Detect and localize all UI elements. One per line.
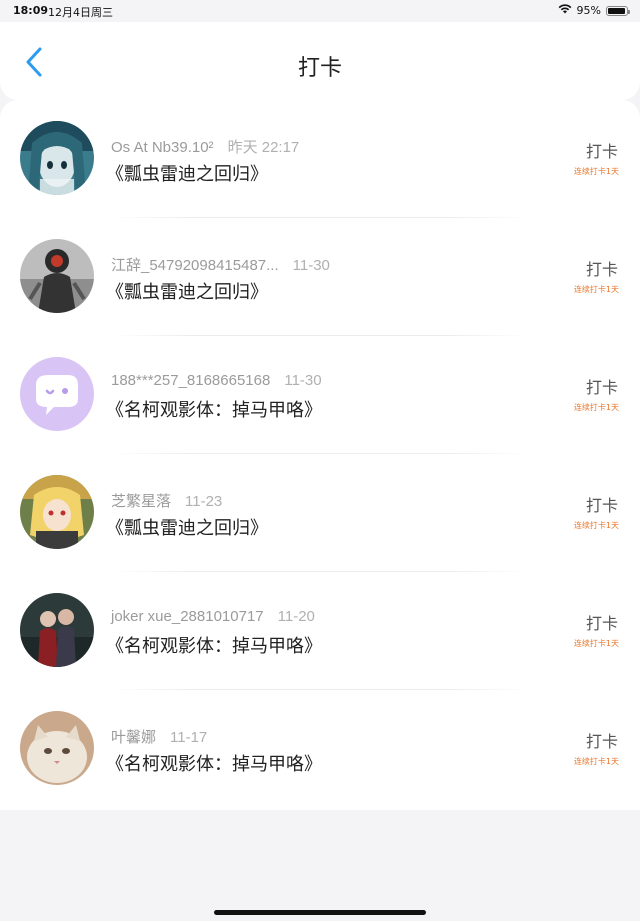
- timestamp: 11-17: [170, 729, 208, 746]
- username: joker xue_2881010717 11-20: [111, 608, 315, 625]
- checkin-content[interactable]: 《瓢虫雷迪之回归》: [106, 278, 268, 304]
- anime-girl-avatar[interactable]: [20, 121, 94, 195]
- username: 芝繁星落 11-23: [111, 490, 222, 511]
- username-text: 188***257_8168665168: [111, 372, 271, 389]
- username: 江辞_54792098415487... 11-30: [111, 254, 330, 275]
- status-time: 18:09: [13, 4, 49, 17]
- screen: 18:09 12月4日周三 95% 打卡 Os At Nb39.10² 昨天 2…: [0, 0, 640, 921]
- username-text: Os At Nb39.10²: [111, 139, 214, 156]
- status-right: 95%: [558, 4, 630, 17]
- list-item: 芝繁星落 11-23 《瓢虫雷迪之回归》 打卡 连续打卡1天: [0, 454, 640, 572]
- checkin-list: Os At Nb39.10² 昨天 22:17 《瓢虫雷迪之回归》 打卡 连续打卡…: [0, 100, 640, 810]
- checkin-content[interactable]: 《瓢虫雷迪之回归》: [106, 160, 268, 186]
- username: 叶馨娜 11-17: [111, 726, 207, 747]
- battery-fill: [608, 7, 626, 14]
- blonde-anime-avatar[interactable]: [20, 475, 94, 549]
- list-item: 江辞_54792098415487... 11-30 《瓢虫雷迪之回归》 打卡 连…: [0, 218, 640, 336]
- streak-label: 连续打卡1天: [573, 639, 619, 648]
- timestamp: 11-30: [292, 257, 330, 274]
- checkin-button[interactable]: 打卡: [568, 374, 618, 398]
- status-bar: 18:09 12月4日周三 95%: [0, 0, 640, 22]
- couple-photo-avatar[interactable]: [20, 593, 94, 667]
- battery-icon: [606, 5, 630, 16]
- checkin-button[interactable]: 打卡: [568, 256, 618, 280]
- checkin-button[interactable]: 打卡: [568, 728, 618, 752]
- checkin-content[interactable]: 《名柯观影体：掉马甲咯》: [106, 750, 322, 776]
- nav-bar: 打卡: [0, 22, 640, 100]
- checkin-button[interactable]: 打卡: [568, 610, 618, 634]
- checkin-content[interactable]: 《瓢虫雷迪之回归》: [106, 514, 268, 540]
- masked-figure-avatar[interactable]: [20, 239, 94, 313]
- battery-percent: 95%: [576, 4, 601, 17]
- page-title: 打卡: [297, 56, 342, 81]
- username: 188***257_8168665168 11-30: [111, 372, 322, 389]
- cat-avatar[interactable]: [20, 711, 94, 785]
- list-item: 叶馨娜 11-17 《名柯观影体：掉马甲咯》 打卡 连续打卡1天: [0, 690, 640, 808]
- streak-label: 连续打卡1天: [573, 285, 619, 294]
- username-text: 江辞_54792098415487...: [111, 257, 279, 274]
- list-item: 188***257_8168665168 11-30 《名柯观影体：掉马甲咯》 打…: [0, 336, 640, 454]
- chat-bubble-avatar[interactable]: [20, 357, 94, 431]
- checkin-content[interactable]: 《名柯观影体：掉马甲咯》: [106, 632, 322, 658]
- home-indicator[interactable]: [214, 910, 426, 915]
- checkin-button[interactable]: 打卡: [568, 492, 618, 516]
- username-text: joker xue_2881010717: [111, 608, 264, 625]
- status-date: 12月4日周三: [48, 6, 113, 19]
- timestamp: 昨天 22:17: [227, 139, 300, 156]
- timestamp: 11-30: [284, 372, 322, 389]
- checkin-content[interactable]: 《名柯观影体：掉马甲咯》: [106, 396, 322, 422]
- username: Os At Nb39.10² 昨天 22:17: [111, 136, 299, 157]
- streak-label: 连续打卡1天: [573, 757, 619, 766]
- checkin-button[interactable]: 打卡: [568, 138, 618, 162]
- streak-label: 连续打卡1天: [573, 521, 619, 530]
- timestamp: 11-20: [277, 608, 315, 625]
- wifi-icon: [558, 4, 572, 17]
- streak-label: 连续打卡1天: [573, 167, 619, 176]
- timestamp: 11-23: [185, 493, 223, 510]
- streak-label: 连续打卡1天: [573, 403, 619, 412]
- list-item: Os At Nb39.10² 昨天 22:17 《瓢虫雷迪之回归》 打卡 连续打卡…: [0, 100, 640, 218]
- username-text: 芝繁星落: [111, 493, 172, 510]
- list-item: joker xue_2881010717 11-20 《名柯观影体：掉马甲咯》 打…: [0, 572, 640, 690]
- username-text: 叶馨娜: [111, 729, 157, 746]
